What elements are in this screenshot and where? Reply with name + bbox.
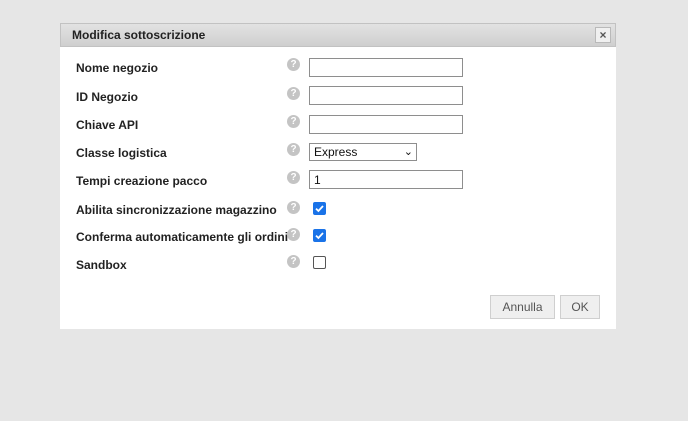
help-icon[interactable]: ?: [287, 201, 300, 214]
help-icon[interactable]: ?: [287, 58, 300, 71]
help-icon[interactable]: ?: [287, 171, 300, 184]
subscription-dialog: Modifica sottoscrizione × Nome negozio ?…: [60, 23, 616, 329]
label-sandbox: Sandbox: [76, 258, 127, 272]
help-icon[interactable]: ?: [287, 87, 300, 100]
cancel-button[interactable]: Annulla: [490, 295, 555, 319]
label-sync-magazzino: Abilita sincronizzazione magazzino: [76, 203, 277, 217]
label-tempi-creazione: Tempi creazione pacco: [76, 174, 208, 188]
conferma-ordini-checkbox[interactable]: [313, 229, 326, 242]
label-conferma-ordini: Conferma automaticamente gli ordini: [76, 230, 289, 244]
dialog-title: Modifica sottoscrizione: [72, 28, 206, 42]
label-id-negozio: ID Negozio: [76, 90, 138, 104]
label-nome-negozio: Nome negozio: [76, 61, 159, 75]
checkmark-icon: [315, 205, 324, 213]
nome-negozio-input[interactable]: [309, 58, 463, 77]
chiave-api-input[interactable]: [309, 115, 463, 134]
label-chiave-api: Chiave API: [76, 118, 139, 132]
help-icon[interactable]: ?: [287, 115, 300, 128]
checkmark-icon: [315, 232, 324, 240]
help-icon[interactable]: ?: [287, 143, 300, 156]
sync-magazzino-checkbox[interactable]: [313, 202, 326, 215]
chevron-down-icon: ⌄: [403, 146, 413, 158]
ok-button[interactable]: OK: [560, 295, 600, 319]
sandbox-checkbox[interactable]: [313, 256, 326, 269]
dialog-titlebar[interactable]: Modifica sottoscrizione ×: [60, 23, 616, 47]
tempi-creazione-input[interactable]: [309, 170, 463, 189]
close-icon[interactable]: ×: [595, 27, 611, 43]
id-negozio-input[interactable]: [309, 86, 463, 105]
classe-logistica-select[interactable]: Express ⌄: [309, 143, 417, 161]
classe-logistica-value: Express: [314, 145, 358, 159]
help-icon[interactable]: ?: [287, 255, 300, 268]
help-icon[interactable]: ?: [287, 228, 300, 241]
label-classe-logistica: Classe logistica: [76, 146, 167, 160]
